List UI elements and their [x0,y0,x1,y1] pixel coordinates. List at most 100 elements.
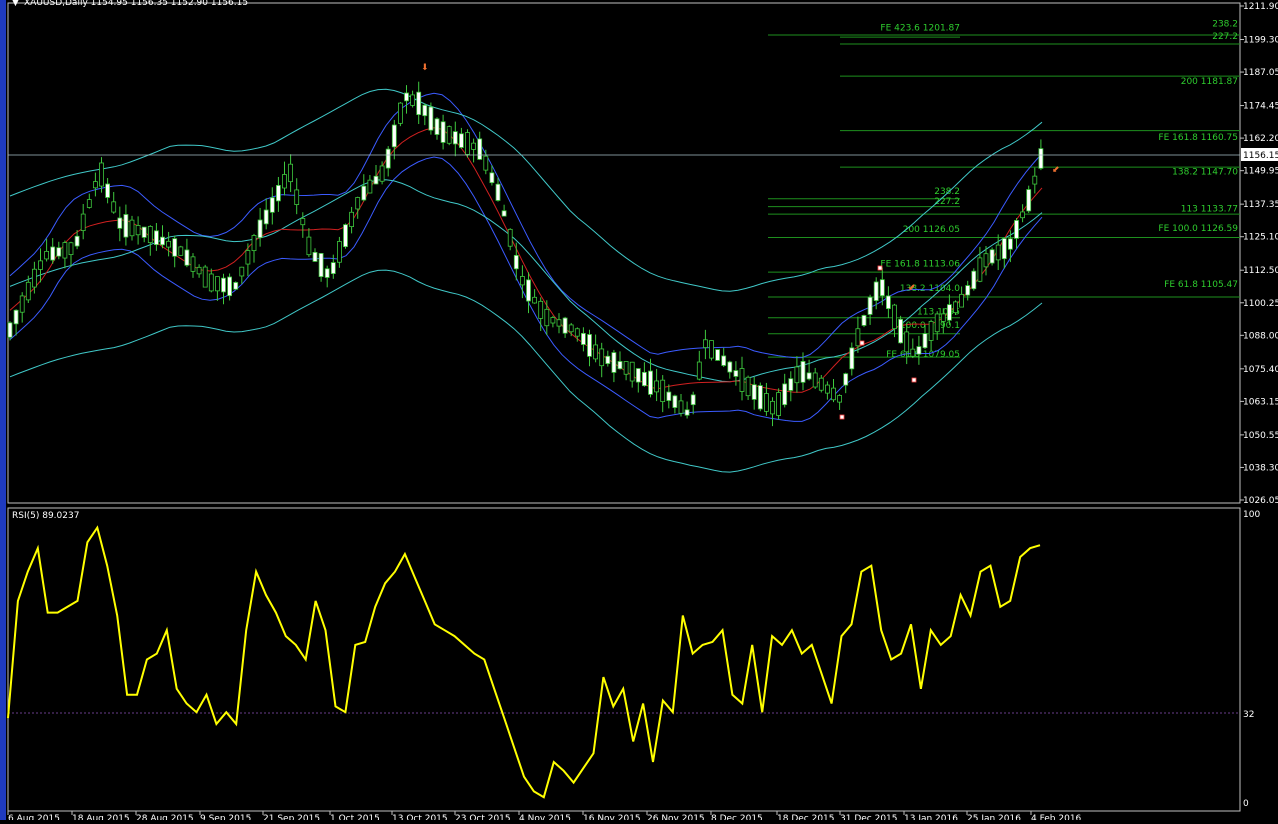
candle-bull [873,281,879,301]
fractal-marker [877,265,883,271]
fractal-marker [859,340,865,346]
price-axis-label: 1187.05 [1243,68,1278,78]
candle-bull [947,304,952,321]
candle-bear [544,308,550,327]
candle-bull [361,185,367,201]
fib-label: FE 161.8 1113.06 [880,260,960,270]
candle-bear [739,368,745,392]
candle-bull [495,183,501,201]
candle-bull [7,322,13,338]
candle-bear [538,300,544,319]
fib-label: FE 161.8 1160.75 [1158,133,1238,143]
candle-bear [764,393,769,412]
candle-bear [794,366,800,384]
candle-bull [452,131,458,145]
candle-bull [489,172,495,184]
fib-label: 200 1126.05 [903,225,960,235]
fib-label: FE 423.6 1201.87 [880,24,960,34]
fib-label: FE 100.0 1126.59 [1158,224,1238,234]
candle-bull [385,148,391,169]
candle-bear [208,273,214,292]
candle-bull [916,346,922,355]
candle-bull [721,355,727,366]
candle-bull [13,309,19,325]
fib-label: 138.2 1147.70 [1172,168,1238,178]
candle-bear [696,361,702,380]
candle-bull [733,370,739,377]
candle-bear [574,328,580,337]
candle-bear [904,331,910,353]
candle-bull [562,317,568,334]
price-axis-label: 1075.40 [1243,365,1278,375]
candle-bull [153,230,159,246]
chart-svg: FE 423.6 1201.87 238.2 227.2 200 1181.87 FE … [0,0,1278,824]
candle-bear [80,213,86,232]
candle-bear [190,256,196,272]
date-axis: 6 Aug 2015 18 Aug 2015 28 Aug 2015 9 Sep 20… [7,811,1082,824]
candle-bear [38,260,43,270]
candle-bull [1001,238,1007,260]
candle-bear [214,276,220,292]
candle-bear [62,242,68,259]
date-axis-label: 13 Jan 2016 [904,814,958,820]
candle-bull [428,106,434,131]
candle-bull [861,315,867,326]
candle-bull [611,352,617,373]
candle-bull [257,219,263,239]
candle-bear [86,199,92,208]
candle-bear [940,313,946,322]
candle-bear [654,380,659,393]
candle-bear [446,126,452,144]
candle-bear [135,225,141,236]
candle-bull [1014,220,1019,239]
candle-bull [434,118,440,135]
price-axis-label: 1162.20 [1243,134,1278,144]
candle-bull [843,373,849,386]
fib-label: 238.2 [1212,19,1238,29]
candle-bear [550,317,556,324]
price-axis-label: 1137.35 [1243,200,1278,210]
candle-bear [928,321,934,341]
candle-bear [507,228,513,247]
fractal-marker [839,414,845,420]
candle-bear [825,384,830,394]
candle-bull [184,249,190,266]
candle-bear [251,235,257,252]
candle-bear [1032,175,1038,185]
candle-bear [367,179,373,194]
candles [7,81,1044,427]
candle-bull [788,378,794,391]
price-axis-label: 1112.50 [1243,266,1278,276]
candle-bear [239,266,245,277]
candle-bear [178,246,184,256]
candle-bear [288,163,294,183]
date-axis-label: 9 Sep 2015 [200,814,251,820]
price-axis-label: 1100.25 [1243,299,1278,309]
candle-bear [892,304,897,330]
price-axis-label: 1063.15 [1243,397,1278,407]
candle-bull [965,285,971,296]
candle-bear [1020,211,1025,219]
left-edge-strip [0,0,6,820]
price-axis: 1211.90 1199.30 1187.05 1174.45 1162.20 1149.… [1240,2,1278,506]
candle-bull [1026,189,1032,212]
date-axis-label: 8 Dec 2015 [711,814,763,820]
rsi-line [7,525,1041,799]
candle-bull [849,347,855,370]
candle-bear [818,377,824,391]
candle-bear [709,340,714,359]
fib-label: 238.2 [934,187,960,197]
price-axis-label: 1050.55 [1243,431,1278,441]
candle-bull [391,124,397,148]
candle-bull [324,268,330,278]
candle-bear [25,281,31,301]
candle-bear [837,395,842,403]
date-axis-label: 28 Aug 2015 [136,814,194,820]
candle-bull [587,334,592,357]
price-axis-label: 1038.30 [1243,463,1278,473]
candle-bull [269,197,275,213]
candle-bear [32,268,37,288]
candle-bull [989,249,995,264]
price-pane-frame [7,2,1241,504]
candle-bull [233,282,239,290]
